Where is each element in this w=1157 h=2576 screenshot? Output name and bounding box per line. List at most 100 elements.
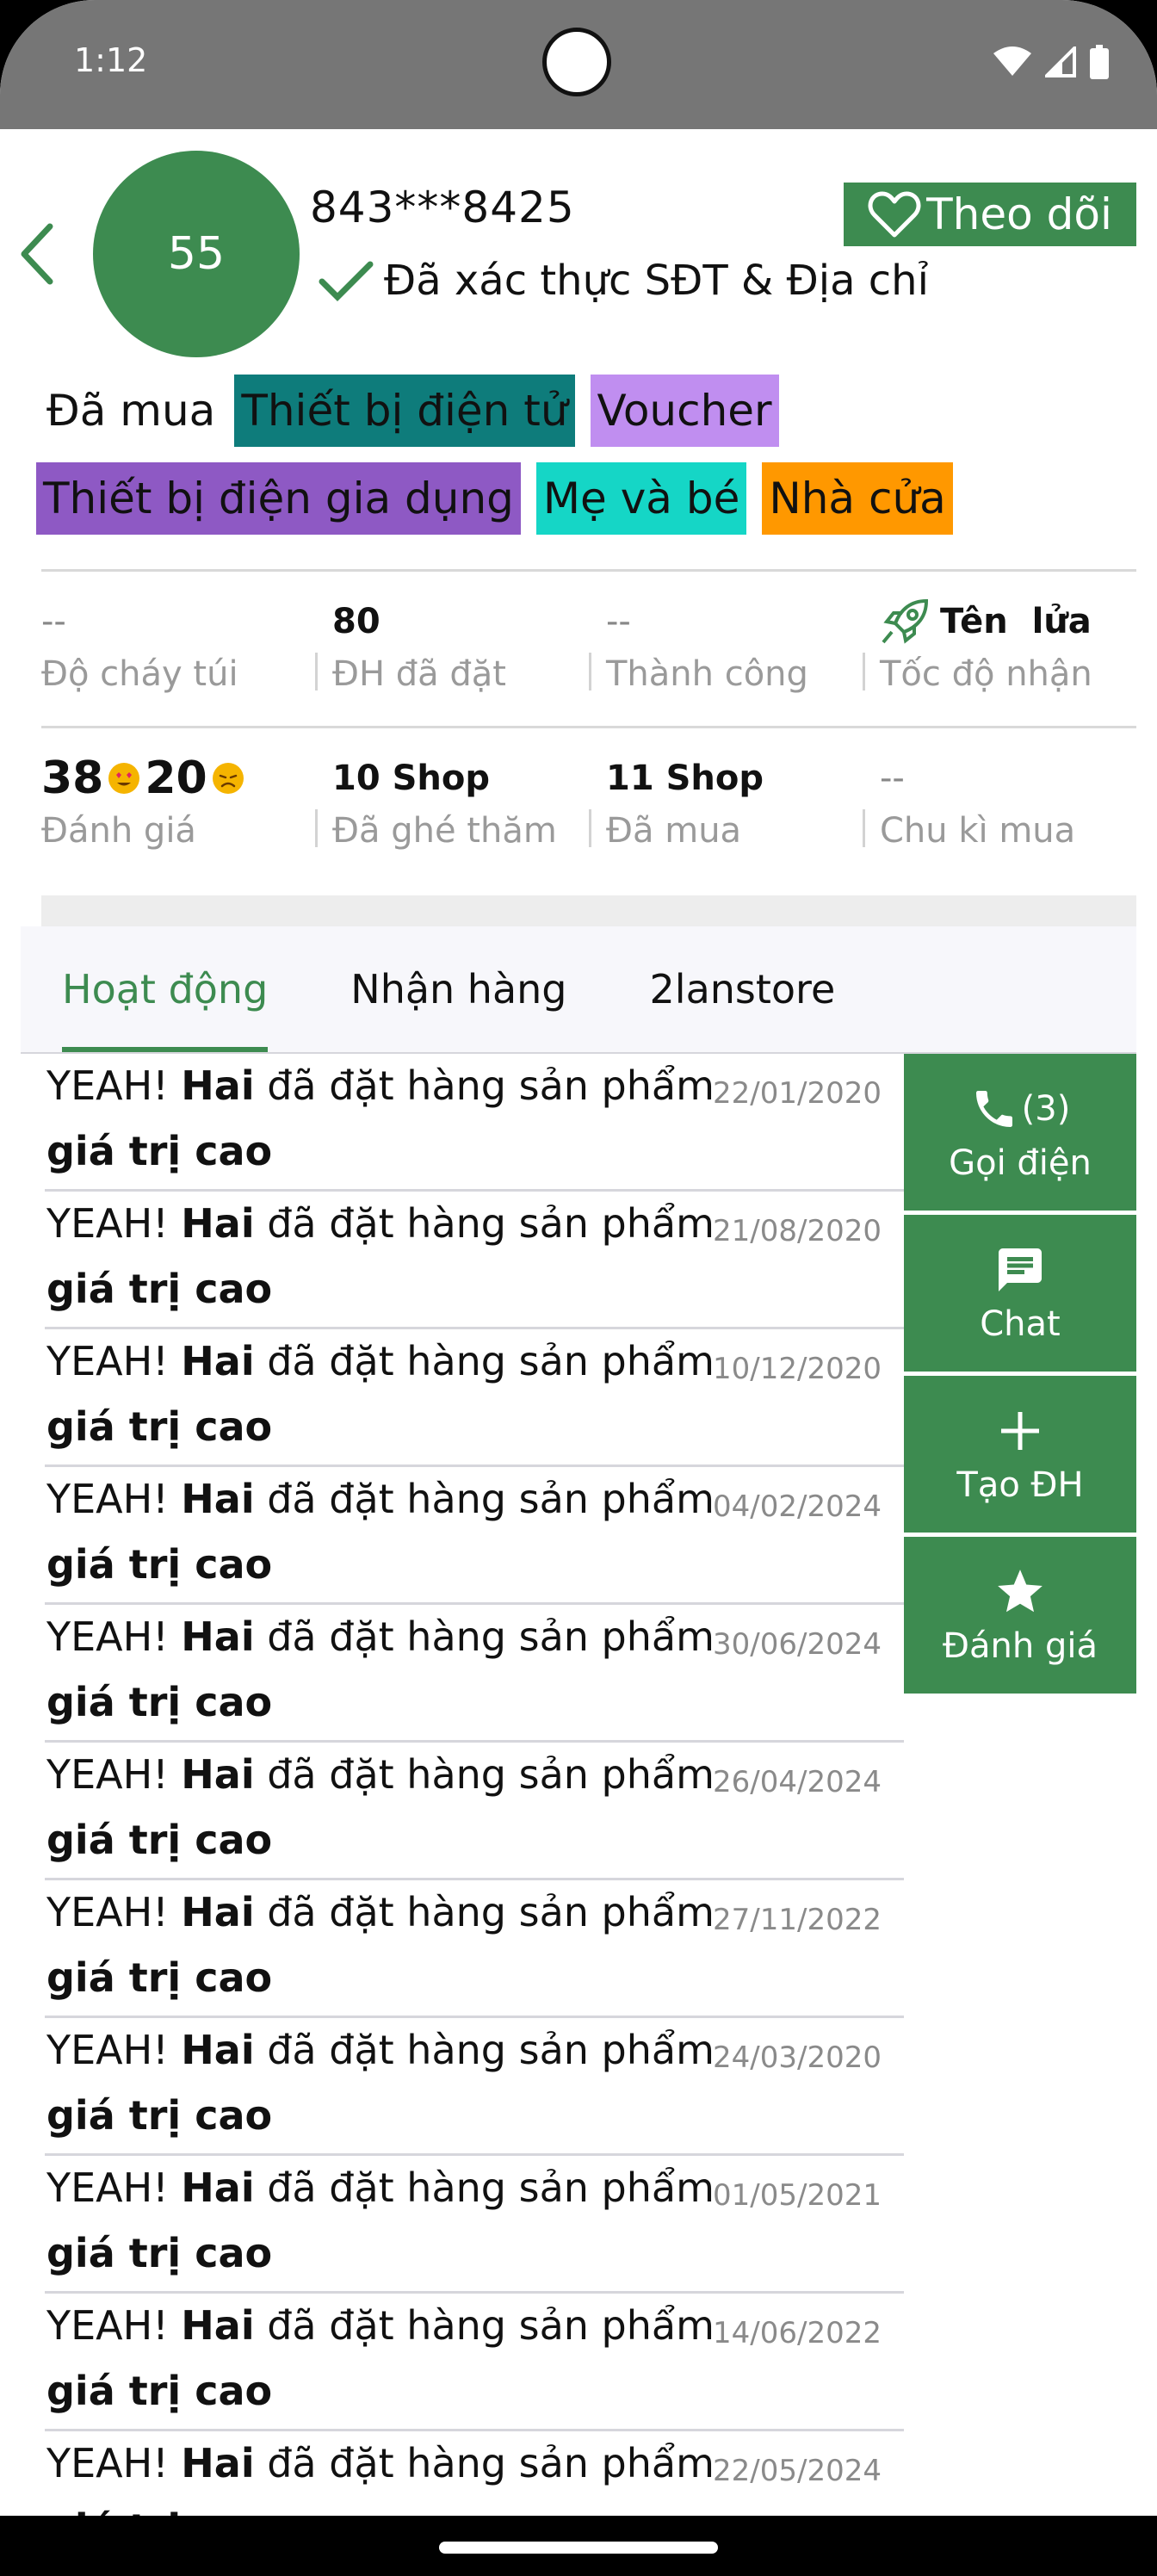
stat-value: 10 Shop — [332, 759, 490, 798]
list-item[interactable]: YEAH! Hai đã đặt hàng sản phẩm 14/06/2022… — [45, 2294, 904, 2431]
activity-text: YEAH! Hai đã đặt hàng sản phẩm — [46, 2302, 715, 2349]
home-handle[interactable] — [439, 2542, 718, 2554]
heart-eyes-emoji-icon — [108, 763, 140, 794]
chat-icon — [999, 1248, 1042, 1291]
purchased-label: Đã mua — [46, 386, 216, 436]
activity-date: 27/11/2022 — [713, 1903, 882, 1937]
activity-name: Hai — [181, 1476, 255, 1522]
back-arrow-icon[interactable] — [15, 220, 59, 288]
activity-date: 10/12/2020 — [713, 1352, 882, 1386]
rate-button[interactable]: Đánh giá — [904, 1537, 1136, 1694]
phone-icon — [975, 1091, 1012, 1127]
activity-name: Hai — [181, 2164, 255, 2211]
wifi-icon — [993, 46, 1031, 76]
stat-label: Thành công — [606, 654, 808, 694]
activity-action: đã đặt hàng sản phẩm — [254, 2164, 715, 2211]
activity-text: YEAH! Hai đã đặt hàng sản phẩm — [46, 1889, 715, 1935]
activity-detail: giá trị cao — [46, 1266, 273, 1312]
activity-list: YEAH! Hai đã đặt hàng sản phẩm 22/01/2020… — [45, 1054, 904, 2516]
call-button[interactable]: (3) Gọi điện — [904, 1054, 1136, 1211]
list-item[interactable]: YEAH! Hai đã đặt hàng sản phẩm 22/05/2024… — [45, 2431, 904, 2516]
list-item[interactable]: YEAH! Hai đã đặt hàng sản phẩm 30/06/2024… — [45, 1605, 904, 1743]
activity-prefix: YEAH! — [46, 2440, 182, 2486]
category-tag[interactable]: Mẹ và bé — [535, 462, 747, 535]
list-item[interactable]: YEAH! Hai đã đặt hàng sản phẩm 26/04/2024… — [45, 1743, 904, 1880]
activity-name: Hai — [181, 1200, 255, 1247]
activity-action: đã đặt hàng sản phẩm — [254, 2440, 715, 2486]
activity-text: YEAH! Hai đã đặt hàng sản phẩm — [46, 2164, 715, 2211]
list-item[interactable]: YEAH! Hai đã đặt hàng sản phẩm 22/01/2020… — [45, 1054, 904, 1192]
stat-value: 80 — [332, 602, 381, 641]
stat-value: -- — [880, 759, 905, 798]
activity-date: 24/03/2020 — [713, 2040, 882, 2075]
action-panel: (3) Gọi điện Chat Tạo ĐH Đánh giá — [904, 1054, 1136, 1698]
activity-detail: giá trị cao — [46, 1541, 273, 1588]
activity-prefix: YEAH! — [46, 1476, 182, 1522]
status-time: 1:12 — [74, 41, 148, 79]
tab-2lanstore[interactable]: 2lanstore — [609, 926, 877, 1052]
stat-label: Tốc độ nhận — [880, 654, 1092, 694]
category-tag[interactable]: Thiết bị điện gia dụng — [36, 462, 521, 535]
list-item[interactable]: YEAH! Hai đã đặt hàng sản phẩm 04/02/2024… — [45, 1467, 904, 1605]
status-icons — [993, 43, 1109, 81]
call-count: (3) — [1021, 1089, 1071, 1129]
category-tag[interactable]: Voucher — [590, 375, 779, 447]
activity-action: đã đặt hàng sản phẩm — [254, 2027, 715, 2073]
activity-prefix: YEAH! — [46, 2164, 182, 2211]
avatar: 55 — [93, 151, 300, 357]
activity-prefix: YEAH! — [46, 1200, 182, 1247]
checkmark-icon — [319, 261, 374, 301]
list-item[interactable]: YEAH! Hai đã đặt hàng sản phẩm 24/03/2020… — [45, 2018, 904, 2156]
plus-icon — [1001, 1412, 1039, 1450]
stat-receive-speed: Tên lửa Tốc độ nhận — [863, 594, 1136, 694]
status-bar: 1:12 — [0, 0, 1157, 129]
tab-bar: Hoạt động Nhận hàng 2lanstore — [21, 926, 1136, 1052]
follow-button[interactable]: Theo dõi — [844, 183, 1136, 246]
stat-shops-purchased: 11 Shop Đã mua — [589, 751, 863, 851]
activity-detail: giá trị cao — [46, 2092, 273, 2139]
activity-text: YEAH! Hai đã đặt hàng sản phẩm — [46, 1476, 715, 1522]
activity-detail: giá trị cao — [46, 2505, 272, 2516]
verified-text: Đã xác thực SĐT & Địa chỉ — [384, 257, 929, 305]
create-order-button[interactable]: Tạo ĐH — [904, 1376, 1136, 1533]
list-item[interactable]: YEAH! Hai đã đặt hàng sản phẩm 01/05/2021… — [45, 2156, 904, 2294]
negative-rating-count: 20 — [145, 752, 207, 804]
category-tag[interactable]: Thiết bị điện tử — [234, 375, 575, 447]
stat-label: Đánh giá — [41, 811, 196, 851]
stat-purchase-cycle: -- Chu kì mua — [863, 751, 1136, 851]
tab-receive[interactable]: Nhận hàng — [309, 926, 608, 1052]
star-icon — [998, 1570, 1043, 1613]
activity-text: YEAH! Hai đã đặt hàng sản phẩm — [46, 1062, 715, 1109]
category-tag[interactable]: Nhà cửa — [762, 462, 953, 535]
activity-action: đã đặt hàng sản phẩm — [254, 1889, 715, 1935]
divider — [41, 726, 1136, 728]
activity-date: 21/08/2020 — [713, 1214, 882, 1248]
activity-text: YEAH! Hai đã đặt hàng sản phẩm — [46, 1200, 715, 1247]
activity-prefix: YEAH! — [46, 1751, 182, 1798]
follow-label: Theo dõi — [926, 189, 1112, 239]
navigation-bar — [0, 2516, 1157, 2576]
chat-button[interactable]: Chat — [904, 1215, 1136, 1372]
stat-label: Chu kì mua — [880, 811, 1076, 851]
activity-date: 22/01/2020 — [713, 1076, 882, 1111]
activity-name: Hai — [181, 2027, 255, 2073]
activity-prefix: YEAH! — [46, 1338, 182, 1384]
tab-activity[interactable]: Hoạt động — [21, 926, 309, 1052]
stats-row: 38 20 Đánh giá 10 Shop Đã ghé thăm 11 Sh… — [41, 751, 1136, 851]
activity-name: Hai — [181, 2440, 255, 2486]
list-item[interactable]: YEAH! Hai đã đặt hàng sản phẩm 27/11/2022… — [45, 1880, 904, 2018]
stat-value: 11 Shop — [606, 759, 764, 798]
list-item[interactable]: YEAH! Hai đã đặt hàng sản phẩm 21/08/2020… — [45, 1192, 904, 1329]
activity-text: YEAH! Hai đã đặt hàng sản phẩm — [46, 1613, 715, 1660]
stat-value-text: Tên lửa — [940, 602, 1092, 641]
stat-orders-placed: 80 ĐH đã đặt — [315, 594, 589, 694]
camera-cutout — [542, 28, 611, 96]
list-item[interactable]: YEAH! Hai đã đặt hàng sản phẩm 10/12/2020… — [45, 1329, 904, 1467]
activity-prefix: YEAH! — [46, 2302, 182, 2349]
activity-detail: giá trị cao — [46, 1954, 273, 2001]
stat-label: Đã mua — [606, 811, 742, 851]
stat-label: Độ cháy túi — [41, 654, 238, 694]
sad-emoji-icon — [212, 763, 244, 794]
activity-detail: giá trị cao — [46, 1679, 273, 1725]
call-label: Gọi điện — [949, 1143, 1092, 1183]
